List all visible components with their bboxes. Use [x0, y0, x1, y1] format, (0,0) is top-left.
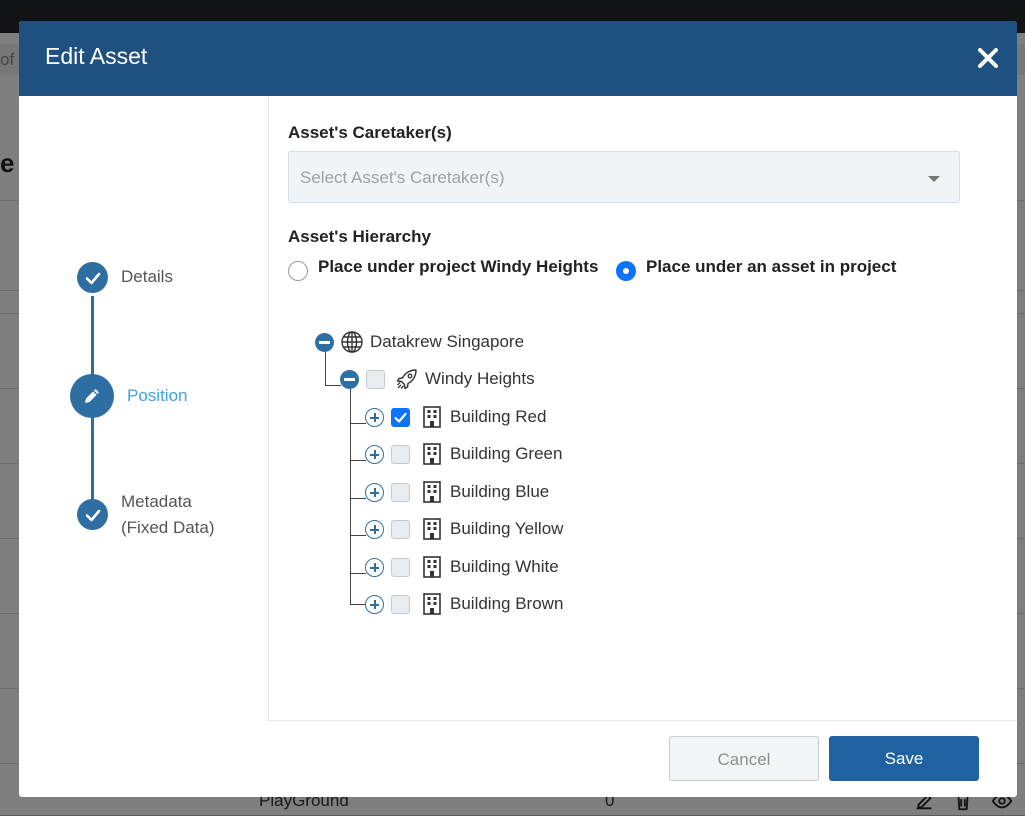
tree-node-label[interactable]: Building Yellow	[450, 519, 563, 539]
tree-connector	[350, 498, 366, 499]
tree-connector	[350, 460, 366, 461]
tree-connector	[350, 573, 366, 574]
building-icon	[423, 406, 441, 428]
building-icon	[423, 518, 441, 540]
check-icon	[85, 509, 100, 521]
tree-node-checkbox[interactable]	[391, 445, 410, 464]
tree-expand-toggle[interactable]	[365, 445, 384, 464]
building-icon	[423, 593, 441, 615]
radio-place-under-asset-label[interactable]: Place under an asset in project	[646, 257, 896, 277]
cancel-button[interactable]: Cancel	[669, 736, 819, 781]
tree-node-label[interactable]: Building Blue	[450, 482, 549, 502]
tree-expand-toggle[interactable]	[365, 520, 384, 539]
stepper: Details Position Metadata (Fixed Data)	[19, 96, 268, 721]
building-icon	[423, 443, 441, 465]
tree-connector	[350, 535, 366, 536]
tree-expand-toggle[interactable]	[365, 408, 384, 427]
close-icon[interactable]	[975, 45, 1001, 71]
building-icon	[423, 481, 441, 503]
tree-connector	[325, 351, 326, 386]
step-metadata-label-line1: Metadata	[121, 492, 192, 511]
check-icon	[394, 412, 407, 423]
position-panel: Asset's Caretaker(s) Select Asset's Care…	[268, 96, 1017, 721]
radio-place-under-project-label[interactable]: Place under project Windy Heights	[318, 257, 598, 277]
tree-node-label[interactable]: Building White	[450, 557, 559, 577]
caretaker-placeholder: Select Asset's Caretaker(s)	[300, 168, 505, 187]
tree-expand-toggle[interactable]	[365, 595, 384, 614]
tree-collapse-toggle[interactable]	[315, 333, 334, 352]
tree-connector	[350, 423, 366, 424]
step-details[interactable]	[77, 262, 108, 293]
step-details-label: Details	[121, 267, 173, 286]
tree-node-label[interactable]: Building Red	[450, 407, 546, 427]
rocket-icon	[396, 369, 417, 390]
modal-title: Edit Asset	[45, 43, 148, 69]
building-icon	[423, 556, 441, 578]
caretaker-label: Asset's Caretaker(s)	[288, 123, 452, 142]
step-metadata-label: Metadata (Fixed Data)	[121, 489, 215, 541]
tree-collapse-toggle[interactable]	[340, 370, 359, 389]
check-icon	[85, 272, 100, 284]
tree-node-label[interactable]: Windy Heights	[425, 369, 535, 389]
radio-place-under-project[interactable]	[288, 261, 308, 281]
save-button[interactable]: Save	[829, 736, 979, 781]
hierarchy-label: Asset's Hierarchy	[288, 227, 431, 246]
tree-node-checkbox[interactable]	[391, 483, 410, 502]
tree-node-checkbox[interactable]	[391, 558, 410, 577]
tree-connector	[325, 385, 341, 386]
tree-node-label[interactable]: Datakrew Singapore	[370, 332, 524, 352]
tree-expand-toggle[interactable]	[365, 558, 384, 577]
step-position[interactable]	[70, 374, 114, 418]
tree-node-checkbox[interactable]	[366, 370, 385, 389]
edit-asset-modal: Edit Asset Details Position Metadata (Fi…	[19, 21, 1017, 797]
tree-node-checkbox[interactable]	[391, 408, 410, 427]
tree-expand-toggle[interactable]	[365, 483, 384, 502]
tree-connector	[350, 604, 366, 605]
radio-place-under-asset[interactable]	[616, 261, 636, 281]
tree-node-checkbox[interactable]	[391, 595, 410, 614]
tree-node-label[interactable]: Building Green	[450, 444, 562, 464]
step-position-label: Position	[127, 386, 188, 405]
tree-node-checkbox[interactable]	[391, 520, 410, 539]
step-metadata-label-line2: (Fixed Data)	[121, 518, 215, 537]
pencil-icon	[85, 389, 99, 403]
tree-node-label[interactable]: Building Brown	[450, 594, 563, 614]
globe-icon	[341, 331, 363, 353]
step-metadata[interactable]	[77, 499, 108, 530]
chevron-down-icon[interactable]	[928, 176, 940, 182]
caretaker-select[interactable]: Select Asset's Caretaker(s)	[288, 151, 960, 203]
modal-header: Edit Asset	[19, 21, 1017, 96]
